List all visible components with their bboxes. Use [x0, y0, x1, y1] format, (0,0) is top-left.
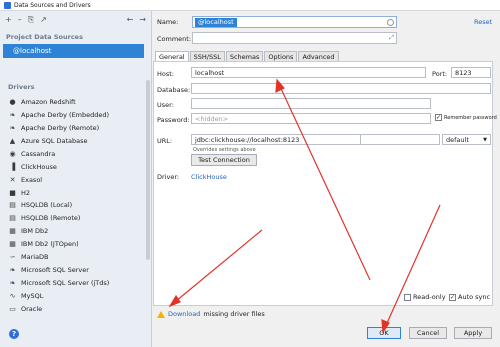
arrow-to-ok: [382, 204, 441, 333]
arrow-to-host: [276, 79, 371, 281]
annotation-arrows: [168, 78, 441, 334]
arrow-to-download: [169, 229, 263, 307]
arrow-head-download: [168, 294, 181, 308]
arrow-head-host: [275, 78, 285, 94]
